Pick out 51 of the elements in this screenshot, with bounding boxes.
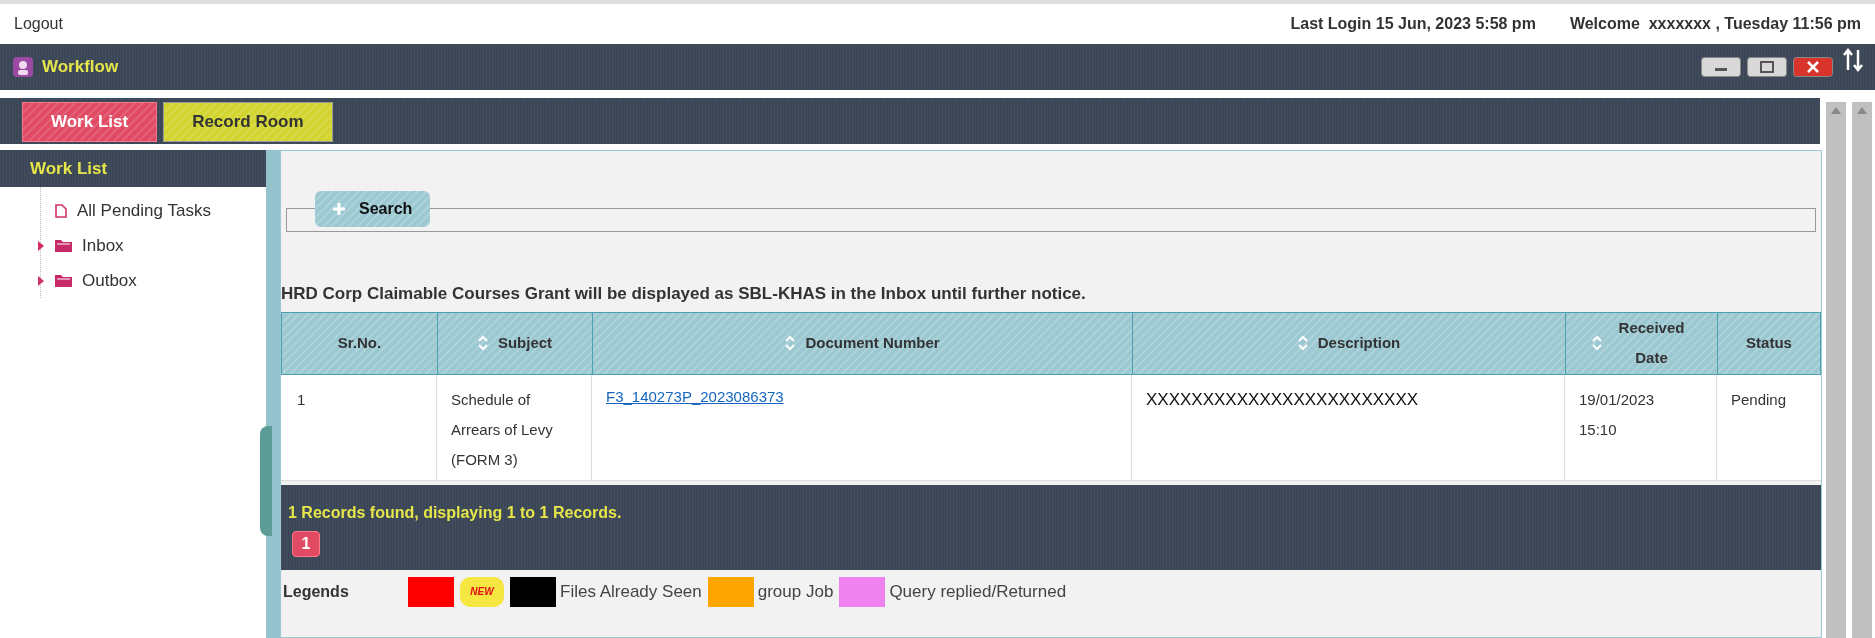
column-header[interactable]: Sr.No.	[337, 328, 382, 358]
folder-icon	[55, 239, 72, 252]
column-header[interactable]: Received Date	[1611, 313, 1692, 373]
scroll-up-icon	[1831, 106, 1841, 114]
sidebar-item[interactable]: Outbox	[82, 267, 137, 294]
file-icon	[55, 203, 67, 218]
sort-icon[interactable]	[1591, 335, 1602, 351]
column-header[interactable]: Document Number	[805, 328, 940, 358]
scroll-up-icon	[1857, 106, 1867, 114]
legends-label: Legends	[283, 581, 350, 602]
legend-label: Query replied/Returned	[889, 580, 1067, 603]
sort-icon[interactable]	[477, 335, 488, 351]
maximize-icon[interactable]	[1747, 57, 1787, 77]
collapse-handle[interactable]	[260, 426, 272, 536]
sidebar-item[interactable]: Inbox	[82, 232, 124, 259]
column-header[interactable]: Subject	[497, 328, 553, 358]
logout-link[interactable]: Logout	[14, 12, 63, 36]
sidebar-item[interactable]: All Pending Tasks	[77, 197, 211, 224]
scrollbar[interactable]	[1852, 102, 1872, 638]
swap-arrows-icon[interactable]	[1843, 48, 1863, 72]
sidebar-header: Work List	[0, 150, 266, 187]
sort-icon[interactable]	[785, 335, 796, 351]
records-summary: 1 Records found, displaying 1 to 1 Records.	[288, 502, 623, 523]
column-header[interactable]: Description	[1317, 328, 1401, 358]
page-button[interactable]: 1	[292, 530, 320, 557]
table-cell-text: Schedule of Arrears of Levy (FORM 3)	[451, 389, 554, 470]
notice-text: HRD Corp Claimable Courses Grant will be displayed as SBL-KHAS in the Inbox until further notice.	[281, 283, 1087, 305]
legend-label: Files Already Seen	[560, 580, 702, 603]
plus-icon	[333, 203, 345, 215]
welcome-text: Welcome xxxxxxx , Tuesday 11:56 pm	[1569, 14, 1861, 34]
new-badge: NEW	[460, 576, 504, 607]
workflow-icon	[12, 56, 34, 78]
minimize-icon[interactable]	[1701, 57, 1741, 77]
window-title: Workflow	[42, 56, 119, 79]
last-login-text: Last Login 15 Jun, 2023 5:58 pm	[1290, 14, 1536, 34]
table-cell-text: 1	[297, 389, 307, 410]
column-header[interactable]: Status	[1746, 328, 1792, 358]
tab[interactable]: Work List	[22, 102, 158, 142]
legend-label: group Job	[757, 580, 834, 603]
table-cell-text: XXXXXXXXXXXXXXXXXXXXXXXX	[1146, 388, 1420, 411]
caret-icon[interactable]	[37, 274, 45, 287]
search-toggle-button[interactable]: Search	[315, 191, 431, 227]
scrollbar[interactable]	[1826, 102, 1846, 638]
caret-icon[interactable]	[37, 239, 45, 252]
close-icon[interactable]	[1793, 57, 1833, 77]
table-cell-text: Pending	[1731, 389, 1788, 410]
table-cell-text: 19/01/2023 15:10	[1579, 389, 1656, 440]
tab[interactable]: Record Room	[163, 102, 333, 142]
folder-icon	[55, 274, 72, 287]
sort-icon[interactable]	[1297, 335, 1308, 351]
document-link[interactable]: F3_140273P_2023086373	[606, 387, 784, 405]
